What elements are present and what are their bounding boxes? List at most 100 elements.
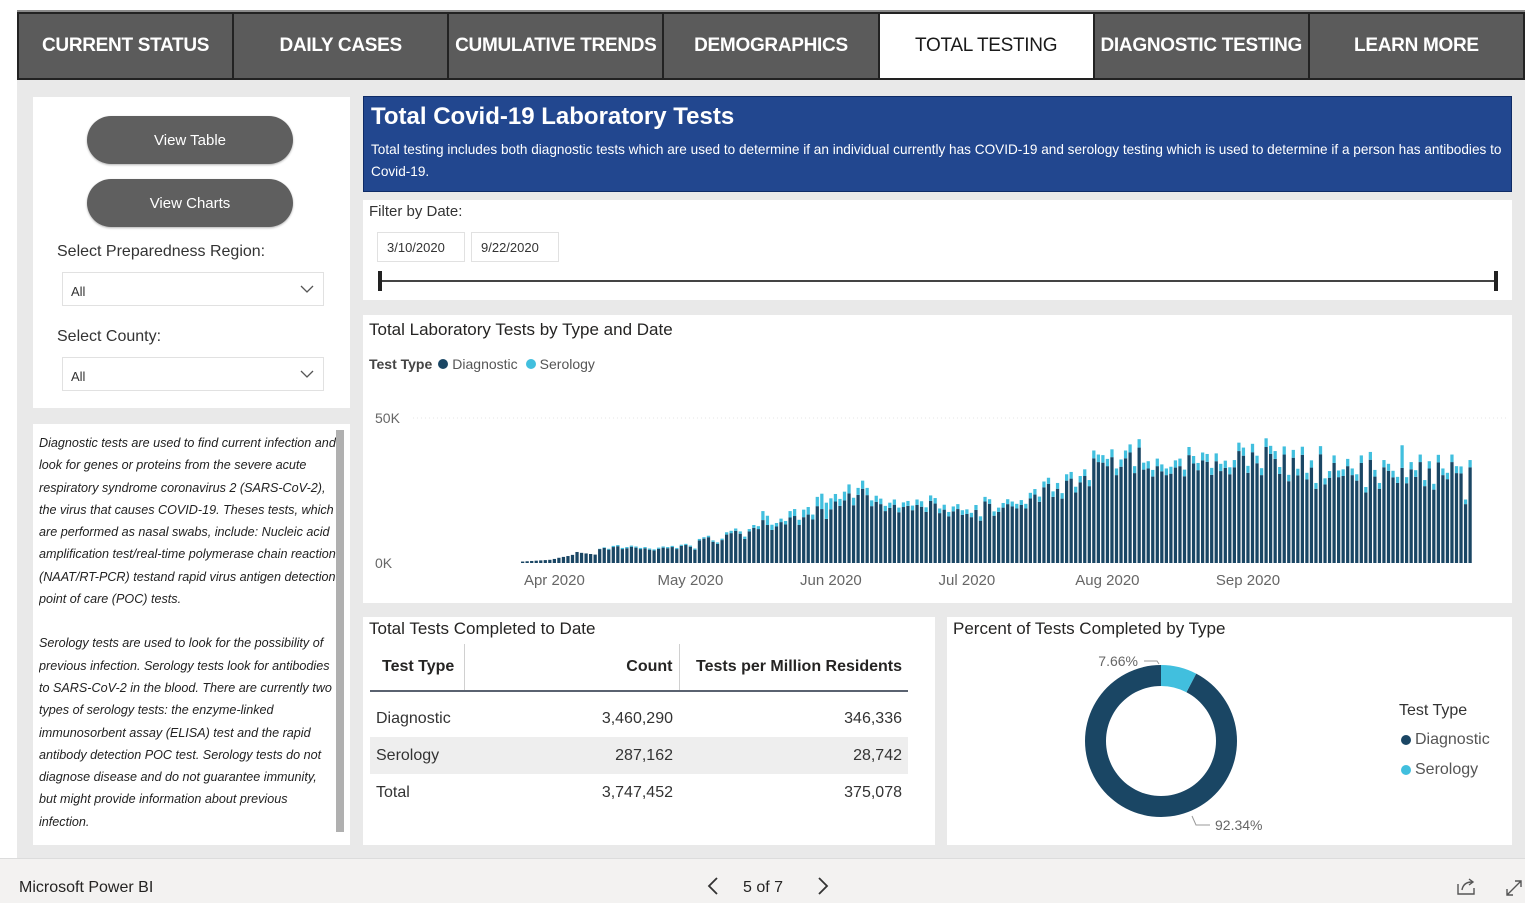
donut-legend-serology[interactable]: Serology	[1401, 761, 1478, 779]
bar-diagnostic[interactable]	[765, 525, 770, 563]
bar-diagnostic[interactable]	[865, 495, 869, 563]
bar-serology[interactable]	[1405, 477, 1409, 484]
bar-diagnostic[interactable]	[992, 515, 996, 563]
table-header-count[interactable]: Count	[464, 644, 680, 692]
bar-serology[interactable]	[1432, 483, 1436, 490]
bar-serology[interactable]	[1427, 461, 1431, 469]
bar-serology[interactable]	[978, 516, 983, 521]
bar-diagnostic[interactable]	[1400, 467, 1404, 563]
bar-serology[interactable]	[1182, 469, 1187, 477]
bar-serology[interactable]	[883, 505, 887, 512]
bar-diagnostic[interactable]	[638, 549, 643, 563]
bar-serology[interactable]	[625, 547, 629, 549]
bar-serology[interactable]	[1196, 462, 1200, 471]
bar-serology[interactable]	[620, 547, 624, 550]
bar-legend-serology[interactable]: Serology	[540, 356, 595, 372]
bar-diagnostic[interactable]	[729, 533, 733, 563]
bar-serology[interactable]	[929, 495, 933, 501]
bar-serology[interactable]	[1359, 455, 1363, 463]
bar-diagnostic[interactable]	[1182, 476, 1187, 563]
bar-serology[interactable]	[997, 507, 1001, 512]
bar-serology[interactable]	[1241, 447, 1246, 456]
bar-diagnostic[interactable]	[756, 529, 760, 563]
bar-serology[interactable]	[1355, 474, 1359, 481]
bar-diagnostic[interactable]	[987, 503, 992, 563]
region-dropdown[interactable]: All	[62, 272, 324, 306]
bar-diagnostic[interactable]	[1051, 496, 1055, 563]
bar-serology[interactable]	[824, 502, 828, 519]
bar-diagnostic[interactable]	[1092, 458, 1096, 563]
tab-total-testing[interactable]: TOTAL TESTING	[879, 14, 1095, 78]
bar-diagnostic[interactable]	[1105, 466, 1110, 563]
tab-learn-more[interactable]: LEARN MORE	[1310, 14, 1523, 78]
bar-diagnostic[interactable]	[901, 507, 906, 563]
bar-diagnostic[interactable]	[774, 526, 779, 563]
bar-diagnostic[interactable]	[1359, 462, 1363, 563]
bar-serology[interactable]	[1450, 454, 1454, 463]
bar-diagnostic[interactable]	[1282, 454, 1286, 563]
bar-diagnostic[interactable]	[1232, 467, 1236, 563]
bar-serology[interactable]	[861, 480, 865, 489]
bar-serology[interactable]	[1055, 482, 1060, 489]
bar-diagnostic[interactable]	[1323, 484, 1327, 563]
bar-diagnostic[interactable]	[1454, 473, 1459, 563]
start-date-input[interactable]: 3/10/2020	[377, 232, 465, 262]
bar-serology[interactable]	[915, 499, 919, 505]
chevron-left-icon[interactable]	[705, 875, 721, 897]
bar-diagnostic[interactable]	[1069, 478, 1073, 563]
bar-diagnostic[interactable]	[1432, 489, 1436, 563]
bar-diagnostic[interactable]	[1187, 455, 1191, 563]
bar-diagnostic[interactable]	[1146, 468, 1150, 563]
table-header-test-type[interactable]: Test Type	[370, 644, 465, 692]
bar-diagnostic[interactable]	[1414, 476, 1418, 563]
bar-diagnostic[interactable]	[1395, 482, 1400, 563]
bar-serology[interactable]	[788, 511, 792, 518]
bar-diagnostic[interactable]	[1219, 471, 1223, 563]
bar-serology[interactable]	[987, 499, 992, 504]
bar-serology[interactable]	[1255, 455, 1259, 464]
bar-serology[interactable]	[607, 548, 611, 550]
tab-diagnostic-testing[interactable]: DIAGNOSTIC TESTING	[1095, 14, 1310, 78]
bar-serology[interactable]	[1223, 460, 1227, 468]
bar-diagnostic[interactable]	[702, 538, 706, 563]
bar-diagnostic[interactable]	[1273, 458, 1277, 563]
bar-diagnostic[interactable]	[1065, 480, 1069, 563]
bar-serology[interactable]	[1332, 455, 1336, 463]
tab-daily-cases[interactable]: DAILY CASES	[234, 14, 450, 78]
bar-legend-diagnostic[interactable]: Diagnostic	[452, 356, 517, 372]
bar-diagnostic[interactable]	[688, 546, 692, 563]
bar-serology[interactable]	[1033, 489, 1037, 495]
bar-diagnostic[interactable]	[910, 510, 915, 563]
end-date-input[interactable]: 9/22/2020	[471, 232, 559, 262]
bar-diagnostic[interactable]	[1078, 482, 1082, 563]
bar-diagnostic[interactable]	[1164, 475, 1168, 563]
bar-serology[interactable]	[838, 498, 842, 506]
bar-diagnostic[interactable]	[919, 506, 924, 563]
bar-serology[interactable]	[969, 512, 974, 518]
bar-diagnostic[interactable]	[725, 534, 729, 563]
bar-diagnostic[interactable]	[1046, 483, 1051, 563]
bar-diagnostic[interactable]	[1133, 473, 1137, 563]
bar-diagnostic[interactable]	[1459, 473, 1463, 563]
bar-serology[interactable]	[951, 506, 955, 512]
bar-serology[interactable]	[670, 545, 674, 548]
bar-serology[interactable]	[1114, 468, 1119, 476]
bar-diagnostic[interactable]	[616, 546, 620, 563]
bar-serology[interactable]	[1287, 474, 1291, 482]
bar-serology[interactable]	[738, 531, 742, 534]
bar-diagnostic[interactable]	[1178, 466, 1182, 563]
bar-serology[interactable]	[1314, 482, 1318, 489]
bar-diagnostic[interactable]	[543, 560, 547, 563]
bar-diagnostic[interactable]	[634, 547, 638, 563]
bar-diagnostic[interactable]	[1250, 452, 1255, 563]
bar-diagnostic[interactable]	[956, 509, 960, 563]
bar-serology[interactable]	[752, 525, 756, 528]
bar-serology[interactable]	[1337, 470, 1341, 478]
bar-diagnostic[interactable]	[607, 549, 611, 563]
bar-diagnostic[interactable]	[1346, 466, 1350, 563]
bar-diagnostic[interactable]	[915, 505, 919, 563]
bar-diagnostic[interactable]	[1201, 460, 1205, 563]
bar-serology[interactable]	[1169, 466, 1173, 474]
table-row[interactable]: Diagnostic 3,460,290 346,336	[370, 700, 908, 737]
bar-serology[interactable]	[947, 511, 951, 517]
